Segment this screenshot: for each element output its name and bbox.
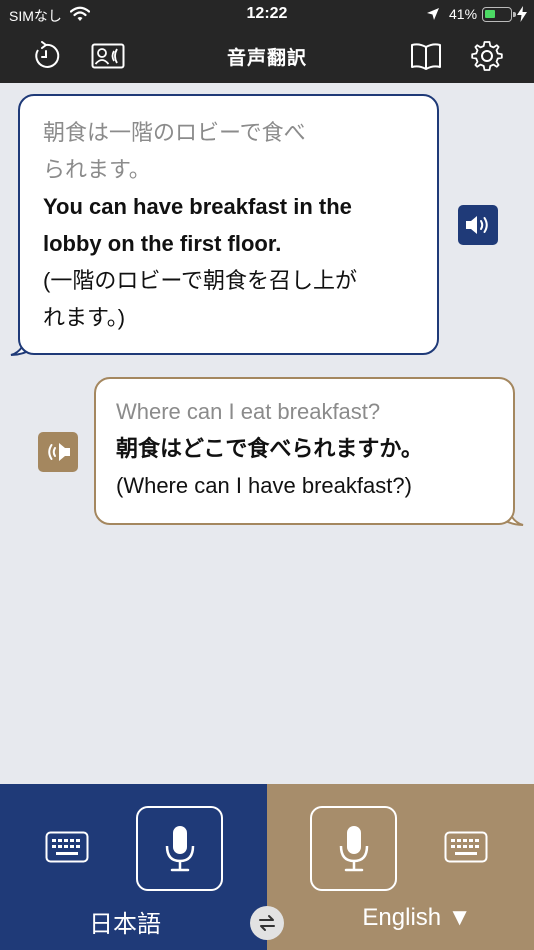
japanese-language-label[interactable]: 日本語 [60,904,190,939]
english-mic-button[interactable] [310,806,397,891]
message-content: Where can I eat breakfast? 朝食はどこで食べられますか… [116,393,511,504]
status-bar: SIMなし 12:22 41% [0,0,534,30]
charging-bolt-icon [517,6,527,27]
japanese-mic-button[interactable] [136,806,223,891]
english-language-dropdown[interactable]: English ▼ [337,904,497,932]
gear-icon[interactable] [468,38,506,74]
input-panel: 日本語 English ▼ [0,784,534,950]
conversation-area: 朝食は一階のロビーで食べ られます。 You can have breakfas… [0,83,534,784]
microphone-icon [339,825,368,871]
nav-bar: 音声翻訳 [0,30,534,83]
source-text: Where can I eat breakfast? [116,399,381,424]
speaker-icon[interactable] [458,205,498,245]
message-bubble-question[interactable]: Where can I eat breakfast? 朝食はどこで食べられますか… [94,377,515,525]
keyboard-icon[interactable] [443,830,489,864]
translation-text: lobby on the first floor. [43,231,282,256]
battery-icon [482,7,516,22]
source-text: 朝食は一階のロビーで食べ [43,120,306,145]
back-translation-text: (一階のロビーで朝食を召し上が [43,268,358,293]
keyboard-icon[interactable] [44,830,90,864]
page-title: 音声翻訳 [226,48,307,69]
source-text: られます。 [43,157,151,182]
translation-text: You can have breakfast in the [43,194,352,219]
battery-level [485,10,495,18]
message-bubble-reply[interactable]: 朝食は一階のロビーで食べ られます。 You can have breakfas… [18,94,439,355]
back-translation-text: れます。) [43,305,126,330]
message-content: 朝食は一階のロビーで食べ られます。 You can have breakfas… [43,114,423,336]
swap-arrows-icon [259,915,275,931]
back-translation-text: (Where can I have breakfast?) [116,473,412,498]
book-icon[interactable] [407,38,445,74]
speaker-icon[interactable] [38,432,78,472]
microphone-icon [165,825,194,871]
location-arrow-icon [426,7,440,26]
japanese-input-panel: 日本語 [0,784,267,950]
translation-text: 朝食はどこで食べられますか。 [116,436,423,461]
swap-languages-button[interactable] [250,906,284,940]
battery-percent: 41% [449,6,478,22]
english-input-panel: English ▼ [267,784,534,950]
